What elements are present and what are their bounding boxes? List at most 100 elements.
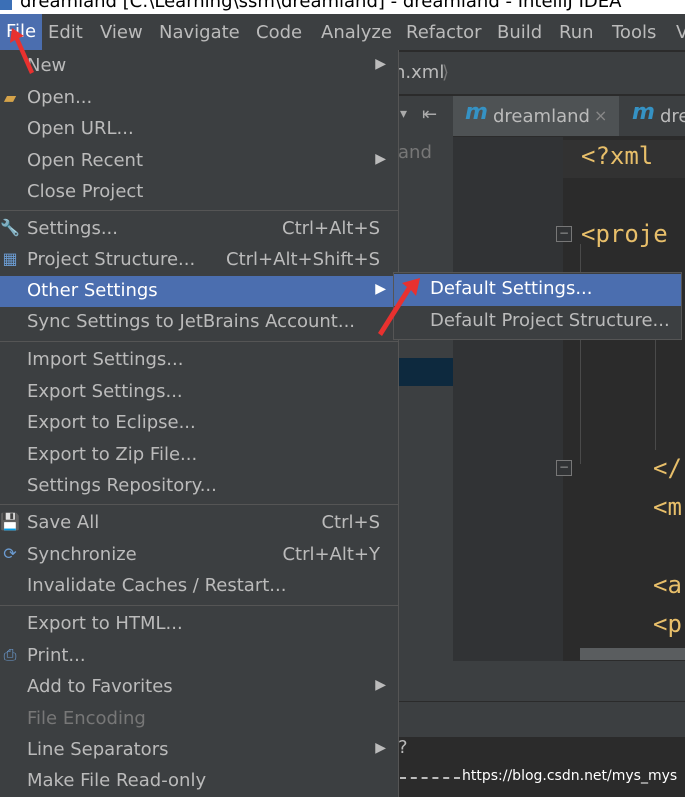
maven-icon: m — [632, 100, 655, 125]
menu-item-save-all[interactable]: 💾 Save All Ctrl+S — [0, 508, 398, 539]
menu-item-synchronize[interactable]: ⟳ Synchronize Ctrl+Alt+Y — [0, 539, 398, 571]
wrench-icon: 🔧 — [0, 218, 20, 237]
menu-navigate[interactable]: Navigate — [159, 22, 240, 43]
menu-item-project-structure[interactable]: ▦ Project Structure... Ctrl+Alt+Shift+S — [0, 245, 398, 276]
menu-item-print[interactable]: ⎙ Print... — [0, 640, 398, 672]
menu-item-label: Invalidate Caches / Restart... — [27, 575, 287, 596]
menu-item-label: Make File Read-only — [27, 770, 207, 791]
breadcrumb-separator: ⟩ — [442, 62, 450, 83]
code-line-13: <p — [653, 610, 682, 638]
indent-guide — [655, 340, 656, 450]
menu-item-open-url[interactable]: Open URL... — [0, 114, 398, 145]
menu-item-open[interactable]: ▰ Open... — [0, 82, 398, 114]
menu-item-sync-settings[interactable]: Sync Settings to JetBrains Account... — [0, 307, 398, 338]
console-panel: ? — [398, 737, 685, 797]
shortcut-label: Ctrl+S — [321, 512, 380, 533]
editor-gutter — [453, 137, 563, 661]
annotation-arrow-icon — [378, 278, 420, 336]
menu-item-label: Add to Favorites — [27, 676, 173, 697]
code-line-3: <proje — [581, 220, 668, 248]
submenu-item-default-settings[interactable]: Default Settings... — [394, 274, 681, 306]
tab-dreamland-2[interactable]: m dre — [620, 96, 685, 136]
submenu-arrow-icon: ▶ — [375, 740, 386, 756]
submenu-arrow-icon: ▶ — [375, 677, 386, 693]
menu-vcs[interactable]: V — [676, 22, 685, 43]
menu-item-label: Open... — [27, 87, 93, 108]
fold-marker-icon[interactable]: − — [556, 460, 572, 476]
menu-item-new[interactable]: New ▶ — [0, 50, 398, 82]
menu-item-line-separators[interactable]: Line Separators ▶ — [0, 735, 398, 766]
project-structure-icon: ▦ — [2, 249, 18, 268]
code-line-9: </ — [653, 454, 682, 482]
collapse-panel-icon[interactable]: ⇤ — [422, 104, 437, 125]
menu-item-export-zip[interactable]: Export to Zip File... — [0, 439, 398, 471]
menu-item-add-favorites[interactable]: Add to Favorites ▶ — [0, 672, 398, 703]
menu-item-export-settings[interactable]: Export Settings... — [0, 376, 398, 408]
menu-item-label: Open URL... — [27, 118, 134, 139]
menu-item-settings[interactable]: 🔧 Settings... Ctrl+Alt+S — [0, 214, 398, 245]
sync-icon: ⟳ — [3, 544, 17, 563]
fold-marker-icon[interactable]: − — [556, 226, 572, 242]
menu-edit[interactable]: Edit — [48, 22, 83, 43]
code-line-10: <m — [653, 493, 682, 521]
breadcrumb-file[interactable]: n.xml — [394, 62, 444, 83]
horizontal-scrollbar[interactable] — [580, 648, 685, 660]
tab-label: dre — [660, 106, 685, 127]
menu-item-label: File Encoding — [27, 708, 146, 729]
close-tab-icon[interactable]: × — [594, 106, 607, 125]
shortcut-label: Ctrl+Alt+Y — [282, 544, 380, 565]
project-tree-item[interactable]: and — [398, 142, 432, 163]
menu-item-label: Project Structure... — [27, 249, 196, 270]
menu-separator — [0, 605, 398, 606]
tool-window-header — [398, 701, 685, 737]
console-divider — [400, 777, 460, 779]
menu-item-label: Sync Settings to JetBrains Account... — [27, 311, 356, 332]
app-icon — [0, 0, 12, 10]
menu-view[interactable]: View — [100, 22, 143, 43]
menu-item-export-html[interactable]: Export to HTML... — [0, 609, 398, 640]
window-title: dreamland [C:\Learning\ssm\dreamland] - … — [20, 0, 622, 12]
menu-item-label: Other Settings — [27, 280, 158, 301]
menu-code[interactable]: Code — [256, 22, 302, 43]
tab-dreamland[interactable]: m dreamland × — [453, 96, 619, 136]
panel-dropdown-icon[interactable]: ▾ — [400, 106, 407, 122]
menu-item-invalidate-caches[interactable]: Invalidate Caches / Restart... — [0, 571, 398, 602]
menu-tools[interactable]: Tools — [612, 22, 656, 43]
submenu-arrow-icon: ▶ — [375, 56, 386, 72]
menu-analyze[interactable]: Analyze — [321, 22, 392, 43]
annotation-arrow-icon — [10, 28, 34, 74]
submenu-item-default-project-structure[interactable]: Default Project Structure... — [394, 306, 681, 338]
menu-build[interactable]: Build — [497, 22, 542, 43]
code-line-1: <?xml — [581, 142, 654, 170]
menu-run[interactable]: Run — [559, 22, 594, 43]
console-prompt: ? — [398, 737, 408, 758]
menu-refactor[interactable]: Refactor — [406, 22, 482, 43]
menu-item-label: Save All — [27, 512, 100, 533]
menu-item-open-recent[interactable]: Open Recent ▶ — [0, 145, 398, 177]
menu-item-close-project[interactable]: Close Project — [0, 177, 398, 208]
menu-separator — [0, 210, 398, 211]
menu-item-label: Export to HTML... — [27, 613, 183, 634]
menu-item-other-settings[interactable]: Other Settings ▶ — [0, 276, 398, 307]
maven-icon: m — [465, 100, 488, 125]
menu-bar: File Edit View Navigate Code Analyze Ref… — [0, 14, 685, 51]
menu-item-label: Import Settings... — [27, 349, 184, 370]
menu-item-label: Settings Repository... — [27, 475, 217, 496]
menu-separator — [0, 341, 398, 342]
menu-item-import-settings[interactable]: Import Settings... — [0, 345, 398, 376]
menu-item-label: Synchronize — [27, 544, 137, 565]
folder-icon: ▰ — [3, 88, 17, 107]
menu-item-settings-repository[interactable]: Settings Repository... — [0, 471, 398, 502]
project-tree-selection — [398, 358, 453, 386]
editor-bottom-area — [398, 661, 685, 701]
menu-item-label: Export to Eclipse... — [27, 412, 196, 433]
other-settings-submenu: Default Settings... Default Project Stru… — [393, 272, 682, 340]
menu-item-label: Line Separators — [27, 739, 169, 760]
menu-item-make-readonly[interactable]: Make File Read-only — [0, 766, 398, 797]
menu-separator — [0, 504, 398, 505]
menu-item-label: Default Project Structure... — [430, 310, 670, 331]
menu-item-export-eclipse[interactable]: Export to Eclipse... — [0, 408, 398, 439]
save-icon: 💾 — [0, 512, 20, 531]
printer-icon: ⎙ — [3, 645, 17, 664]
project-panel: ▾ ⇤ and — [398, 96, 453, 701]
